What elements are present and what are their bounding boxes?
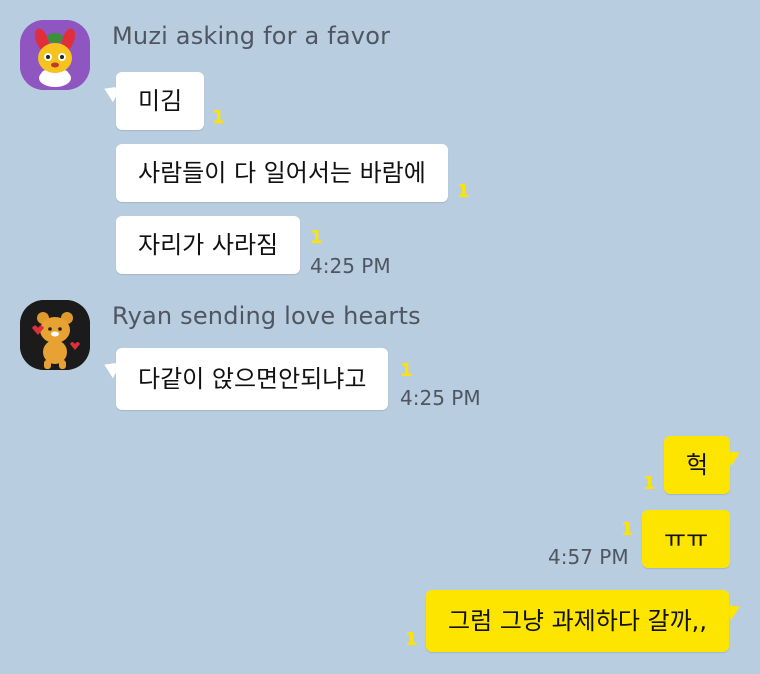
unread-count: 1 xyxy=(400,360,413,381)
message-bubble[interactable]: 그럼 그냥 과제하다 갈까,, xyxy=(426,590,729,652)
unread-count: 1 xyxy=(643,473,656,494)
message-bubble[interactable]: 다같이 앉으면안되냐고 xyxy=(116,348,389,410)
message-bubble[interactable]: ㅠㅠ xyxy=(642,510,731,568)
message-bubble[interactable]: 자리가 사라짐 xyxy=(116,216,301,274)
message-timestamp: 4:25 PM xyxy=(400,386,481,410)
message-timestamp: 4:25 PM xyxy=(310,254,391,278)
unread-count: 1 xyxy=(457,181,470,202)
avatar-ryan[interactable] xyxy=(20,300,90,370)
unread-count: 1 xyxy=(212,107,225,128)
message-timestamp: 4:57 PM xyxy=(548,545,629,569)
ryan-character-icon xyxy=(20,300,90,370)
unread-count: 1 xyxy=(405,629,418,650)
sender-name-ryan: Ryan sending love hearts xyxy=(112,302,421,330)
message-bubble[interactable]: 헉 xyxy=(664,436,731,494)
muzi-character-icon xyxy=(20,20,90,90)
avatar-muzi[interactable] xyxy=(20,20,90,90)
message-bubble[interactable]: 미김 xyxy=(116,72,205,130)
unread-count: 1 xyxy=(621,519,634,540)
sender-name-muzi: Muzi asking for a favor xyxy=(112,22,391,50)
unread-count: 1 xyxy=(310,227,323,248)
message-bubble[interactable]: 사람들이 다 일어서는 바람에 xyxy=(116,144,448,202)
